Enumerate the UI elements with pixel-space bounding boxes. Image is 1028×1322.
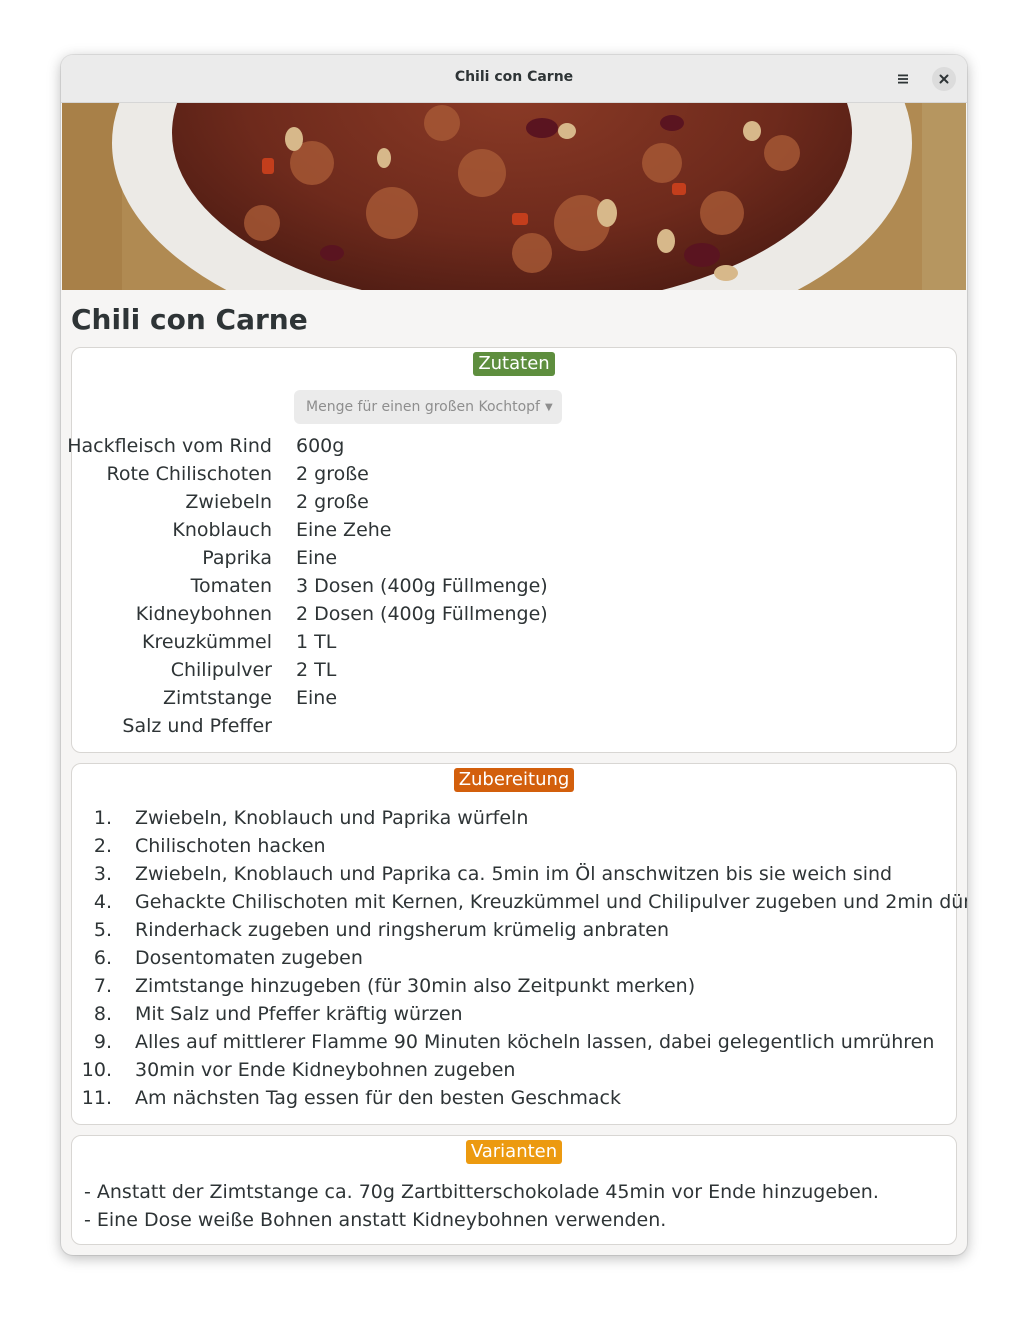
recipe-title: Chili con Carne <box>71 303 308 336</box>
step-number: 11. <box>81 1087 112 1109</box>
step-number: 2. <box>93 835 112 857</box>
ingredient-amount: 2 große <box>296 463 369 485</box>
ingredient-name: Hackfleisch vom Rind <box>67 435 272 457</box>
variants-section-label: Varianten <box>465 1140 563 1164</box>
main-menu-button[interactable] <box>891 67 915 91</box>
step-item: 3. Zwiebeln, Knoblauch und Paprika ca. 5m… <box>72 863 956 891</box>
ingredients-section-label: Zutaten <box>473 352 555 376</box>
step-text: 30min vor Ende Kidneybohnen zugeben <box>135 1059 516 1081</box>
variant-item: - Eine Dose weiße Bohnen anstatt Kidneyb… <box>84 1209 667 1231</box>
window-title: Chili con Carne <box>454 69 574 85</box>
ingredient-name: Chilipulver <box>170 659 272 681</box>
variants-card: Varianten - Anstatt der Zimtstange ca. 7… <box>71 1135 957 1245</box>
ingredient-amount: Eine <box>296 547 338 569</box>
step-text: Rinderhack zugeben und ringsherum krümel… <box>135 919 670 941</box>
step-text: Chilischoten hacken <box>135 835 326 857</box>
ingredient-row: Kreuzkümmel 1 TL <box>72 631 956 659</box>
step-item: 1. Zwiebeln, Knoblauch und Paprika würfel… <box>72 807 956 835</box>
step-text: Zimtstange hinzugeben (für 30min also Ze… <box>135 975 696 997</box>
ingredient-amount: Eine <box>296 687 338 709</box>
ingredient-row: Zwiebeln 2 große <box>72 491 956 519</box>
step-text: Zwiebeln, Knoblauch und Paprika ca. 5min… <box>135 863 893 885</box>
step-item: 10. 30min vor Ende Kidneybohnen zugeben <box>72 1059 956 1087</box>
ingredient-amount: 3 Dosen (400g Füllmenge) <box>296 575 548 597</box>
step-item: 7. Zimtstange hinzugeben (für 30min also … <box>72 975 956 1003</box>
ingredient-row: Hackfleisch vom Rind 600g <box>67 435 956 463</box>
step-text: Alles auf mittlerer Flamme 90 Minuten kö… <box>135 1031 935 1053</box>
ingredient-name: Zimtstange <box>162 687 272 709</box>
quantity-dropdown-label: Menge für einen großen Kochtopf <box>306 399 540 415</box>
step-number: 1. <box>93 807 112 829</box>
ingredient-name: Kreuzkümmel <box>141 631 272 653</box>
step-text: Mit Salz und Pfeffer kräftig würzen <box>135 1003 463 1025</box>
step-number: 4. <box>93 891 112 913</box>
step-number: 3. <box>93 863 112 885</box>
ingredient-amount: 2 Dosen (400g Füllmenge) <box>296 603 548 625</box>
close-button[interactable] <box>932 67 956 91</box>
step-number: 8. <box>93 1003 112 1025</box>
ingredient-row: Paprika Eine <box>72 547 956 575</box>
step-item: 2. Chilischoten hacken <box>72 835 956 863</box>
ingredient-row: Knoblauch Eine Zehe <box>72 519 956 547</box>
chevron-down-icon: ▼ <box>544 401 553 413</box>
header-bar: Chili con Carne <box>61 55 967 103</box>
step-item: 11. Am nächsten Tag essen für den besten … <box>72 1087 956 1115</box>
preparation-card: Zubereitung 1. Zwiebeln, Knoblauch und Pa… <box>71 763 967 1125</box>
ingredient-name: Kidneybohnen <box>135 603 272 625</box>
ingredient-row: Tomaten 3 Dosen (400g Füllmenge) <box>72 575 956 603</box>
step-item: 9. Alles auf mittlerer Flamme 90 Minuten … <box>72 1031 956 1059</box>
recipe-photo <box>62 103 966 290</box>
step-text: Zwiebeln, Knoblauch und Paprika würfeln <box>135 807 529 829</box>
ingredient-name: Paprika <box>202 547 272 569</box>
app-window: Chili con Carne Chili con Carne Zutaten … <box>61 55 967 1255</box>
step-number: 10. <box>81 1059 112 1081</box>
close-icon <box>939 74 949 84</box>
ingredient-amount: 1 TL <box>296 631 337 653</box>
ingredient-row: Zimtstange Eine <box>72 687 956 715</box>
ingredients-card: Zutaten Menge für einen großen Kochtopf … <box>67 347 957 753</box>
step-item: 6. Dosentomaten zugeben <box>72 947 956 975</box>
ingredient-name: Tomaten <box>190 575 272 597</box>
hamburger-menu-icon <box>898 74 908 84</box>
ingredient-amount: 2 große <box>296 491 369 513</box>
step-item: 4. Gehackte Chilischoten mit Kernen, Kreu… <box>72 891 967 919</box>
step-item: 8. Mit Salz und Pfeffer kräftig würzen <box>72 1003 956 1031</box>
step-number: 5. <box>93 919 112 941</box>
ingredient-row: Chilipulver 2 TL <box>72 659 956 687</box>
ingredient-row: Kidneybohnen 2 Dosen (400g Füllmenge) <box>72 603 956 631</box>
ingredient-amount: 2 TL <box>296 659 337 681</box>
ingredient-amount: Eine Zehe <box>296 519 392 541</box>
step-text: Am nächsten Tag essen für den besten Ges… <box>135 1087 621 1109</box>
ingredient-row: Salz und Pfeffer <box>72 715 956 743</box>
variant-item: - Anstatt der Zimtstange ca. 70g Zartbit… <box>84 1181 879 1203</box>
ingredient-name: Salz und Pfeffer <box>122 715 272 737</box>
ingredient-row: Rote Chilischoten 2 große <box>72 463 956 491</box>
ingredient-name: Rote Chilischoten <box>106 463 273 485</box>
step-text: Dosentomaten zugeben <box>135 947 363 969</box>
quantity-dropdown[interactable]: Menge für einen großen Kochtopf ▼ <box>294 390 562 424</box>
step-number: 7. <box>93 975 112 997</box>
step-item: 5. Rinderhack zugeben und ringsherum krüm… <box>72 919 956 947</box>
preparation-section-label: Zubereitung <box>453 768 575 792</box>
ingredient-name: Zwiebeln <box>185 491 272 513</box>
ingredient-amount: 600g <box>296 435 345 457</box>
step-number: 6. <box>93 947 112 969</box>
ingredient-name: Knoblauch <box>172 519 272 541</box>
step-number: 9. <box>93 1031 112 1053</box>
step-text: Gehackte Chilischoten mit Kernen, Kreuzk… <box>135 891 967 913</box>
